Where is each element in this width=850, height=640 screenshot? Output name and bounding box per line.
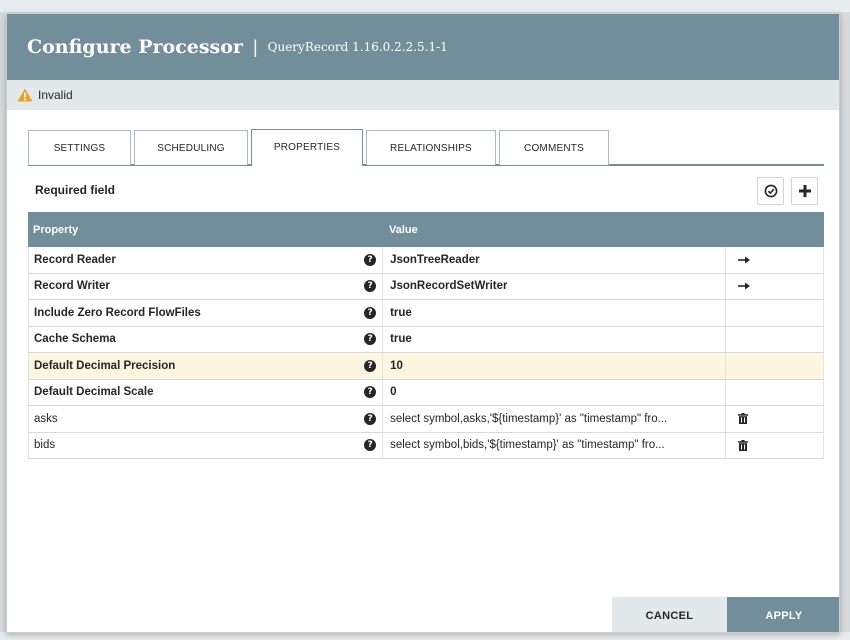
help-icon[interactable]: ? (364, 333, 377, 346)
row-actions (725, 353, 823, 379)
property-value-cell[interactable]: true (382, 300, 725, 326)
help-icon[interactable]: ? (364, 253, 377, 266)
tab-bar: SETTINGS SCHEDULING PROPERTIES RELATIONS… (28, 129, 824, 167)
column-header-property: Property (33, 223, 79, 236)
row-actions (725, 300, 823, 326)
tab-relationships[interactable]: RELATIONSHIPS (366, 130, 496, 165)
property-name: Default Decimal Scale (34, 386, 154, 399)
table-row[interactable]: Default Decimal Scale? 0 (28, 379, 824, 406)
property-value-cell[interactable]: 10 (382, 353, 725, 379)
configure-processor-dialog: Configure Processor | QueryRecord 1.16.0… (6, 13, 840, 633)
property-name: Cache Schema (34, 333, 116, 346)
cancel-button[interactable]: CANCEL (612, 597, 727, 632)
property-value: JsonRecordSetWriter (390, 280, 508, 293)
tab-comments[interactable]: COMMENTS (499, 130, 609, 165)
property-name: Default Decimal Precision (34, 359, 176, 372)
property-value-cell[interactable]: select symbol,asks,'${timestamp}' as "ti… (382, 406, 725, 432)
row-actions (725, 326, 823, 352)
property-value-cell[interactable]: select symbol,bids,'${timestamp}' as "ti… (382, 432, 725, 458)
property-value: 0 (390, 386, 397, 399)
dialog-title: Configure Processor (27, 36, 243, 58)
property-name: Record Writer (34, 280, 110, 293)
table-header: Property Value (28, 212, 824, 247)
help-icon[interactable]: ? (364, 386, 377, 399)
dialog-header: Configure Processor | QueryRecord 1.16.0… (7, 14, 839, 80)
tab-scheduling[interactable]: SCHEDULING (134, 130, 248, 165)
processor-type-version: QueryRecord 1.16.0.2.2.5.1-1 (267, 40, 448, 54)
tab-settings[interactable]: SETTINGS (28, 130, 131, 165)
verify-properties-button[interactable] (757, 177, 784, 205)
background-canvas (0, 0, 850, 12)
property-value: select symbol,bids,'${timestamp}' as "ti… (390, 439, 665, 452)
required-field-label: Required field (35, 183, 116, 197)
help-icon[interactable]: ? (364, 359, 377, 372)
tab-properties[interactable]: PROPERTIES (251, 129, 363, 167)
table-row[interactable]: Cache Schema? true (28, 326, 824, 353)
table-row[interactable]: bids? select symbol,bids,'${timestamp}' … (28, 432, 824, 459)
property-name: asks (34, 412, 58, 425)
property-name: Include Zero Record FlowFiles (34, 306, 201, 319)
verify-icon (764, 184, 777, 198)
column-header-value: Value (389, 223, 418, 236)
property-value: select symbol,asks,'${timestamp}' as "ti… (390, 412, 668, 425)
background-canvas-bottom (0, 632, 850, 640)
warning-icon (17, 88, 33, 102)
title-separator: | (252, 36, 258, 57)
help-icon[interactable]: ? (364, 280, 377, 293)
property-value: true (390, 306, 412, 319)
table-row[interactable]: Record Writer? JsonRecordSetWriter (28, 273, 824, 300)
property-value: JsonTreeReader (390, 253, 480, 266)
column-header-actions (726, 212, 824, 247)
row-actions (725, 379, 823, 405)
go-to-arrow-icon[interactable] (738, 282, 751, 290)
property-value-cell[interactable]: JsonTreeReader (382, 247, 725, 273)
property-value-cell[interactable]: 0 (382, 379, 725, 405)
trash-icon[interactable] (738, 439, 749, 451)
trash-icon[interactable] (738, 413, 749, 425)
property-name: bids (34, 439, 56, 452)
help-icon[interactable]: ? (364, 306, 377, 319)
table-row-selected[interactable]: Default Decimal Precision? 10 (28, 353, 824, 380)
property-name: Record Reader (34, 253, 116, 266)
help-icon[interactable]: ? (364, 412, 377, 425)
property-value-cell[interactable]: JsonRecordSetWriter (382, 273, 725, 299)
property-value-cell[interactable]: true (382, 326, 725, 352)
add-property-icon (798, 185, 811, 197)
table-row[interactable]: asks? select symbol,asks,'${timestamp}' … (28, 406, 824, 433)
table-row[interactable]: Record Reader? JsonTreeReader (28, 247, 824, 274)
help-icon[interactable]: ? (364, 439, 377, 452)
validation-status-text: Invalid (38, 88, 73, 102)
go-to-arrow-icon[interactable] (738, 256, 751, 264)
add-property-button[interactable] (791, 177, 818, 205)
table-row[interactable]: Include Zero Record FlowFiles? true (28, 300, 824, 327)
apply-button[interactable]: APPLY (727, 597, 839, 632)
property-value: true (390, 333, 412, 346)
validation-status-bar: Invalid (7, 80, 839, 110)
property-value: 10 (390, 359, 403, 372)
properties-table: Property Value Record Reader? JsonTreeRe… (28, 212, 824, 459)
